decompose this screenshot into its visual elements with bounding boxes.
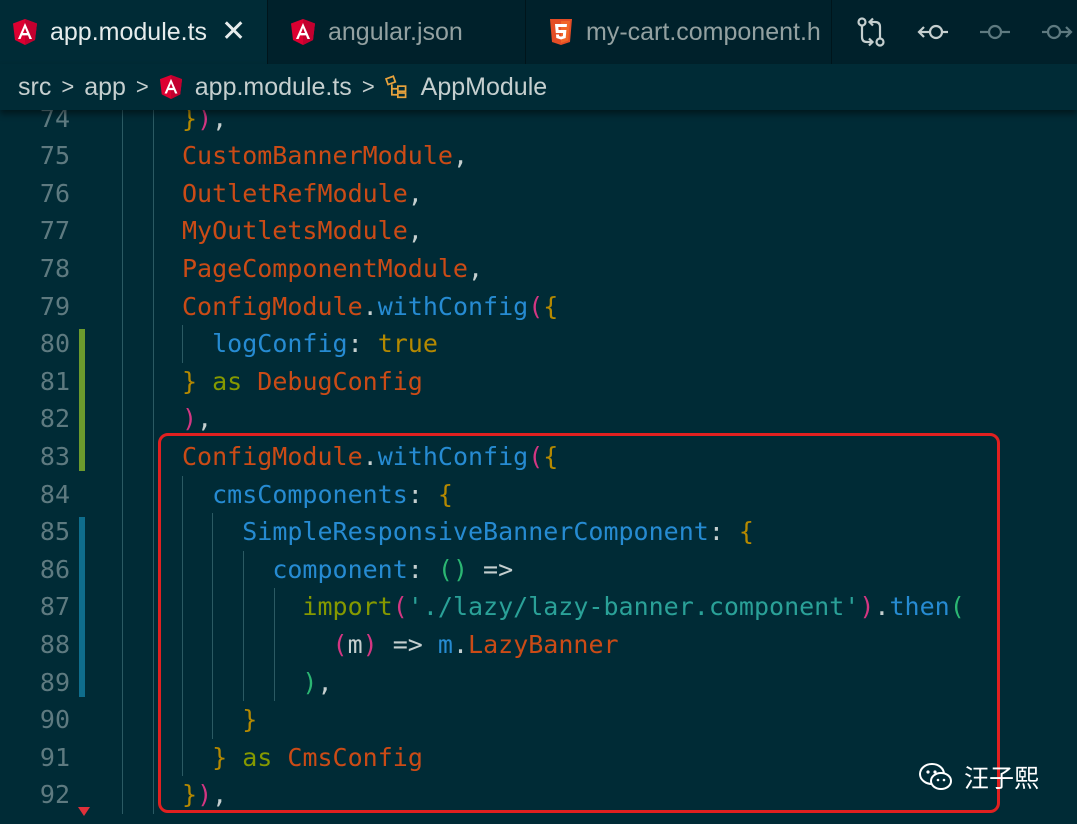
tab-my-cart-component[interactable]: my-cart.component.h xyxy=(526,0,832,64)
code-text: MyOutletsModule, xyxy=(182,212,423,250)
code-token: logConfig xyxy=(212,329,348,359)
code-token: } xyxy=(182,110,198,133)
go-forward-button[interactable] xyxy=(1026,12,1077,52)
code-token: PageComponentModule xyxy=(182,253,468,283)
go-back-icon xyxy=(917,24,948,40)
line-number: 89 xyxy=(39,667,70,697)
code-line[interactable]: 74}), xyxy=(0,110,1077,137)
code-token: , xyxy=(467,253,484,283)
code-line[interactable]: 75 CustomBannerModule, xyxy=(0,137,1077,175)
compare-changes-button[interactable] xyxy=(840,12,902,52)
code-text: logConfig: true xyxy=(182,325,438,363)
breadcrumb: src > app > app.module.ts > AppModule xyxy=(0,64,1077,110)
tab-angular-json[interactable]: angular.json xyxy=(268,0,526,64)
commit-icon xyxy=(980,24,1010,40)
code-token: OutletRefModule xyxy=(182,178,408,208)
watermark-text: 汪子熙 xyxy=(964,764,1040,793)
line-number: 86 xyxy=(39,554,70,584)
go-forward-icon xyxy=(1042,24,1073,40)
line-number: 83 xyxy=(39,441,70,471)
breadcrumb-item-file[interactable]: app.module.ts xyxy=(195,73,352,102)
angular-icon xyxy=(159,75,182,99)
code-text: PageComponentModule, xyxy=(182,250,483,288)
watermark: 汪子熙 xyxy=(918,760,1039,794)
code-token: true xyxy=(377,329,438,359)
line-number: 87 xyxy=(39,592,70,622)
code-token: ConfigModule xyxy=(182,291,363,321)
code-token: . xyxy=(362,291,378,321)
commit-button[interactable] xyxy=(964,12,1026,52)
code-token: CustomBannerModule xyxy=(182,141,453,171)
breadcrumb-separator: > xyxy=(135,74,149,99)
code-token: MyOutletsModule xyxy=(182,216,408,246)
editor-actions xyxy=(840,0,1077,64)
line-number: 76 xyxy=(39,178,70,208)
breadcrumb-item-symbol[interactable]: AppModule xyxy=(421,73,547,102)
code-token: , xyxy=(212,110,228,133)
line-number: 90 xyxy=(39,705,70,735)
line-number: 79 xyxy=(39,291,70,321)
error-marker xyxy=(78,807,90,816)
line-number: 78 xyxy=(39,253,70,283)
code-text: CustomBannerModule, xyxy=(182,137,468,175)
angular-icon xyxy=(13,19,37,45)
code-token: DebugConfig xyxy=(257,366,423,396)
tab-app-module[interactable]: app.module.ts ✕ xyxy=(0,0,268,64)
line-number: 91 xyxy=(39,742,70,772)
breadcrumb-item-src[interactable]: src xyxy=(18,73,51,102)
line-number: 92 xyxy=(39,780,70,810)
code-line[interactable]: 77 MyOutletsModule, xyxy=(0,212,1077,250)
line-number: 88 xyxy=(39,629,70,659)
tab-label: angular.json xyxy=(328,17,463,46)
tab-label: app.module.ts xyxy=(50,17,208,46)
code-token: withConfig xyxy=(377,291,529,321)
code-line[interactable]: 81} as DebugConfig xyxy=(0,363,1077,401)
code-token: : xyxy=(347,329,378,359)
line-number: 81 xyxy=(39,366,70,396)
line-number: 77 xyxy=(39,216,70,246)
code-text: ConfigModule.withConfig({ xyxy=(182,288,558,326)
code-text: OutletRefModule, xyxy=(182,175,423,213)
compare-changes-icon xyxy=(857,17,885,47)
highlight-box xyxy=(158,433,1000,813)
code-token: } xyxy=(182,366,198,396)
breadcrumb-item-app[interactable]: app xyxy=(84,73,126,102)
wechat-icon xyxy=(919,763,952,790)
go-back-button[interactable] xyxy=(902,12,964,52)
code-line[interactable]: 80 logConfig: true xyxy=(0,325,1077,363)
code-token: ) xyxy=(197,110,213,133)
tab-label: my-cart.component.h xyxy=(586,17,821,46)
code-token: ) xyxy=(182,404,198,434)
code-token: { xyxy=(543,291,559,321)
code-text: } as DebugConfig xyxy=(182,363,423,401)
line-number: 80 xyxy=(39,329,70,359)
code-token: ( xyxy=(528,291,544,321)
breadcrumb-separator: > xyxy=(61,74,75,99)
code-text: }), xyxy=(182,110,227,137)
code-token: , xyxy=(407,216,423,246)
line-number: 85 xyxy=(39,517,70,547)
line-number: 75 xyxy=(39,141,70,171)
code-token: , xyxy=(407,178,423,208)
code-token: as xyxy=(212,366,243,396)
code-line[interactable]: 76 OutletRefModule, xyxy=(0,175,1077,213)
html5-icon xyxy=(550,19,572,45)
code-token: , xyxy=(197,404,213,434)
line-number: 82 xyxy=(39,404,70,434)
code-line[interactable]: 79 ConfigModule.withConfig({ xyxy=(0,288,1077,326)
editor-tab-bar: app.module.ts ✕ angular.json my-cart.com… xyxy=(0,0,1077,64)
line-number: 74 xyxy=(39,110,70,133)
code-token: , xyxy=(452,141,468,171)
code-line[interactable]: 78 PageComponentModule, xyxy=(0,250,1077,288)
code-editor[interactable]: 74}), 75 CustomBannerModule, 76 OutletRefMod… xyxy=(0,110,1077,824)
line-number: 84 xyxy=(39,479,70,509)
breadcrumb-separator: > xyxy=(361,74,375,99)
close-icon[interactable]: ✕ xyxy=(221,17,246,47)
class-symbol-icon xyxy=(384,75,407,99)
angular-icon xyxy=(291,19,315,45)
